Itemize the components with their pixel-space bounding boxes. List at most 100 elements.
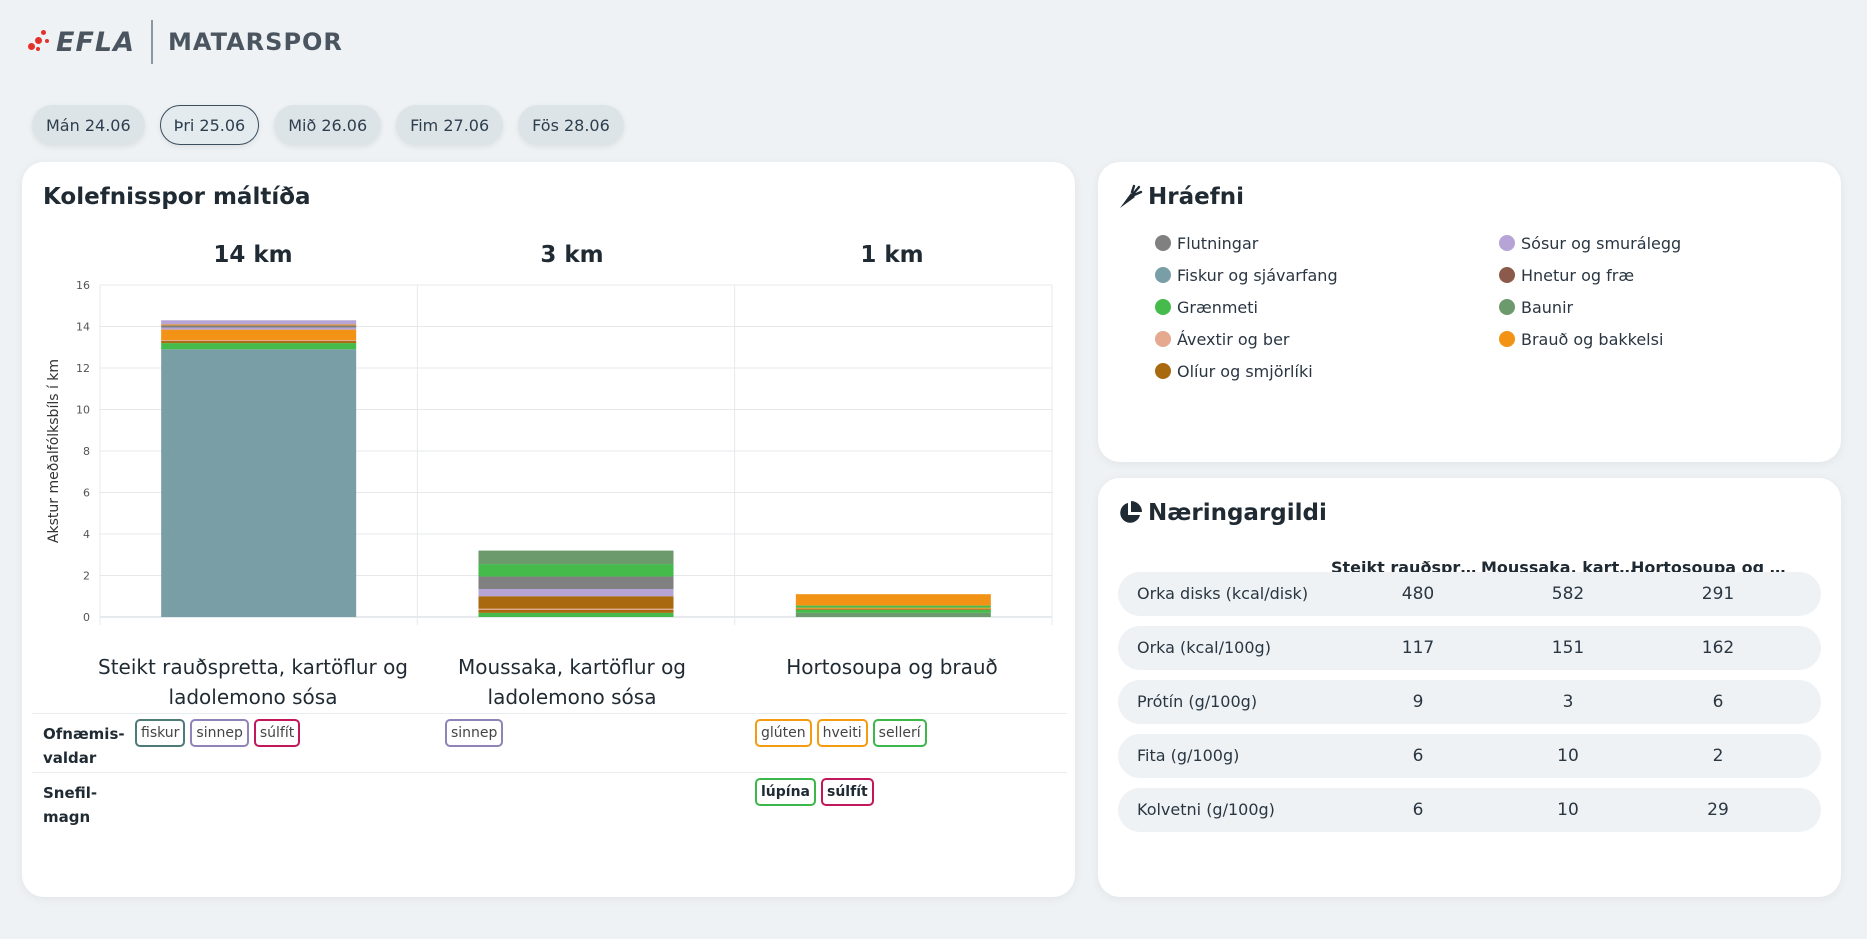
legend-item[interactable]: Grænmeti [1155, 296, 1499, 318]
legend-item[interactable]: Fiskur og sjávarfang [1155, 264, 1499, 286]
bar-segment [478, 608, 674, 610]
carbon-chart: 0 2 4 6 8 10 12 14 16 Akstur meðalfólksbíls í km [46, 279, 1053, 625]
nutrition-value: 117 [1401, 638, 1435, 658]
bar-segment [478, 612, 674, 617]
legend-item[interactable]: Olíur og smjörlíki [1155, 360, 1499, 382]
traces-row-label: Snefil-magn [43, 784, 98, 826]
meal-3-km-label: 1 km [860, 242, 924, 268]
logo-text: EFLA [56, 26, 135, 58]
bar-segment [478, 596, 674, 609]
y-tick-label: 16 [76, 279, 90, 292]
bar-segment [161, 349, 357, 617]
legend-label: Hnetur og fræ [1521, 265, 1635, 285]
bar-segment [478, 609, 674, 613]
tab-day-thursday[interactable]: Fim 27.06 [396, 105, 504, 145]
nutrition-value: 6 [1712, 692, 1724, 712]
carbon-footprint-card: Kolefnisspor máltíða 0 2 4 6 8 10 12 14 16 Akstur… [22, 162, 1075, 897]
legend-color-dot [1155, 267, 1171, 283]
legend-item[interactable]: Flutningar [1155, 232, 1499, 254]
pie-chart-icon [1117, 500, 1143, 526]
meal-2-km-label: 3 km [540, 242, 604, 268]
ingredients-legend: Flutningar Sósur og smurálegg Fiskur og sj… [1155, 232, 1795, 382]
allergens-row-label: Ofnæmis-valdar [43, 725, 125, 767]
meal-1-allergens: fiskur sinnep súlfít [135, 719, 301, 747]
legend-color-dot [1155, 363, 1171, 379]
allergen-chip: hveiti [816, 719, 868, 747]
app-header: EFLA MATARSPOR [28, 18, 343, 66]
bar-segment [161, 327, 357, 330]
nutrition-value: 9 [1412, 692, 1424, 712]
header-divider [151, 20, 153, 64]
nutrition-row-label: Kolvetni (g/100g) [1137, 800, 1275, 819]
trace-chip: súlfít [821, 778, 874, 806]
nutrition-value: 480 [1401, 584, 1435, 604]
bar-segment [478, 550, 674, 565]
y-tick-label: 6 [83, 487, 90, 500]
legend-color-dot [1499, 235, 1515, 251]
allergen-chip: glúten [755, 719, 812, 747]
y-axis-label: Akstur meðalfólksbíls í km [46, 359, 62, 543]
legend-item[interactable]: Hnetur og fræ [1499, 264, 1799, 286]
nutrition-value: 151 [1551, 638, 1585, 658]
nutrition-value: 582 [1551, 584, 1585, 604]
meal-1-name: Steikt rauðspretta, kartöflur og ladolem… [98, 655, 408, 709]
ingredients-card: Hráefni Flutningar Sósur og smurálegg Fisk… [1098, 162, 1841, 462]
tab-day-monday[interactable]: Mán 24.06 [32, 105, 145, 145]
logo-dots-icon [28, 27, 54, 57]
bar-segment [795, 612, 991, 617]
y-tick-label: 2 [83, 570, 90, 583]
legend-color-dot [1499, 299, 1515, 315]
legend-label: Grænmeti [1177, 297, 1258, 317]
bar-segment [478, 576, 674, 589]
nutrition-value: 2 [1712, 746, 1724, 766]
allergen-chip: sinnep [190, 719, 249, 747]
legend-label: Fiskur og sjávarfang [1177, 265, 1338, 285]
nutrition-value: 291 [1701, 584, 1735, 604]
legend-color-dot [1155, 299, 1171, 315]
nutrition-value: 3 [1562, 692, 1574, 712]
y-tick-label: 0 [83, 611, 90, 624]
legend-label: Olíur og smjörlíki [1177, 361, 1313, 381]
meal-3-allergens: glúten hveiti sellerí [755, 719, 927, 747]
tab-day-tuesday[interactable]: Þri 25.06 [159, 105, 260, 145]
legend-item[interactable]: Baunir [1499, 296, 1799, 318]
meal-3-traces: lúpína súlfít [755, 778, 874, 806]
bar-segment [795, 609, 991, 613]
bar-segment [161, 341, 357, 344]
legend-item[interactable]: Sósur og smurálegg [1499, 232, 1799, 254]
meal-1-km-label: 14 km [213, 242, 293, 268]
nutrition-value: 6 [1412, 746, 1424, 766]
bar-segment [161, 329, 357, 340]
nutrition-value: 162 [1701, 638, 1735, 658]
legend-label: Ávextir og ber [1177, 329, 1290, 349]
bar-segment [478, 564, 674, 577]
bar-segment [795, 605, 991, 608]
tab-day-friday[interactable]: Fös 28.06 [518, 105, 624, 145]
legend-color-dot [1499, 267, 1515, 283]
efla-logo[interactable]: EFLA [28, 18, 135, 66]
legend-label: Baunir [1521, 297, 1574, 317]
y-tick-label: 8 [83, 445, 90, 458]
bar-segment [161, 324, 357, 326]
nutrition-value: 10 [1557, 800, 1579, 820]
ingredients-title-text: Hráefni [1148, 184, 1244, 210]
nutrition-card-title: Næringargildi [1117, 500, 1327, 526]
bar-segment [161, 320, 357, 325]
nutrition-value: 10 [1557, 746, 1579, 766]
legend-label: Brauð og bakkelsi [1521, 329, 1664, 349]
nutrition-row-label: Orka (kcal/100g) [1137, 638, 1271, 657]
bar-segment [795, 594, 991, 606]
legend-color-dot [1155, 331, 1171, 347]
y-tick-label: 4 [83, 528, 90, 541]
nutrition-value: 6 [1412, 800, 1424, 820]
nutrition-row: Kolvetni (g/100g) 6 10 29 [1118, 788, 1821, 832]
legend-item[interactable]: Brauð og bakkelsi [1499, 328, 1799, 350]
allergens-row-separator [32, 713, 1067, 714]
legend-label: Sósur og smurálegg [1521, 233, 1682, 253]
allergen-chip: súlfít [253, 719, 301, 747]
bar-segment [795, 608, 991, 610]
meal-2-allergens: sinnep [445, 719, 504, 747]
nutrition-value: 29 [1707, 800, 1729, 820]
tab-day-wednesday[interactable]: Mið 26.06 [274, 105, 382, 145]
legend-item[interactable]: Ávextir og ber [1155, 328, 1499, 350]
